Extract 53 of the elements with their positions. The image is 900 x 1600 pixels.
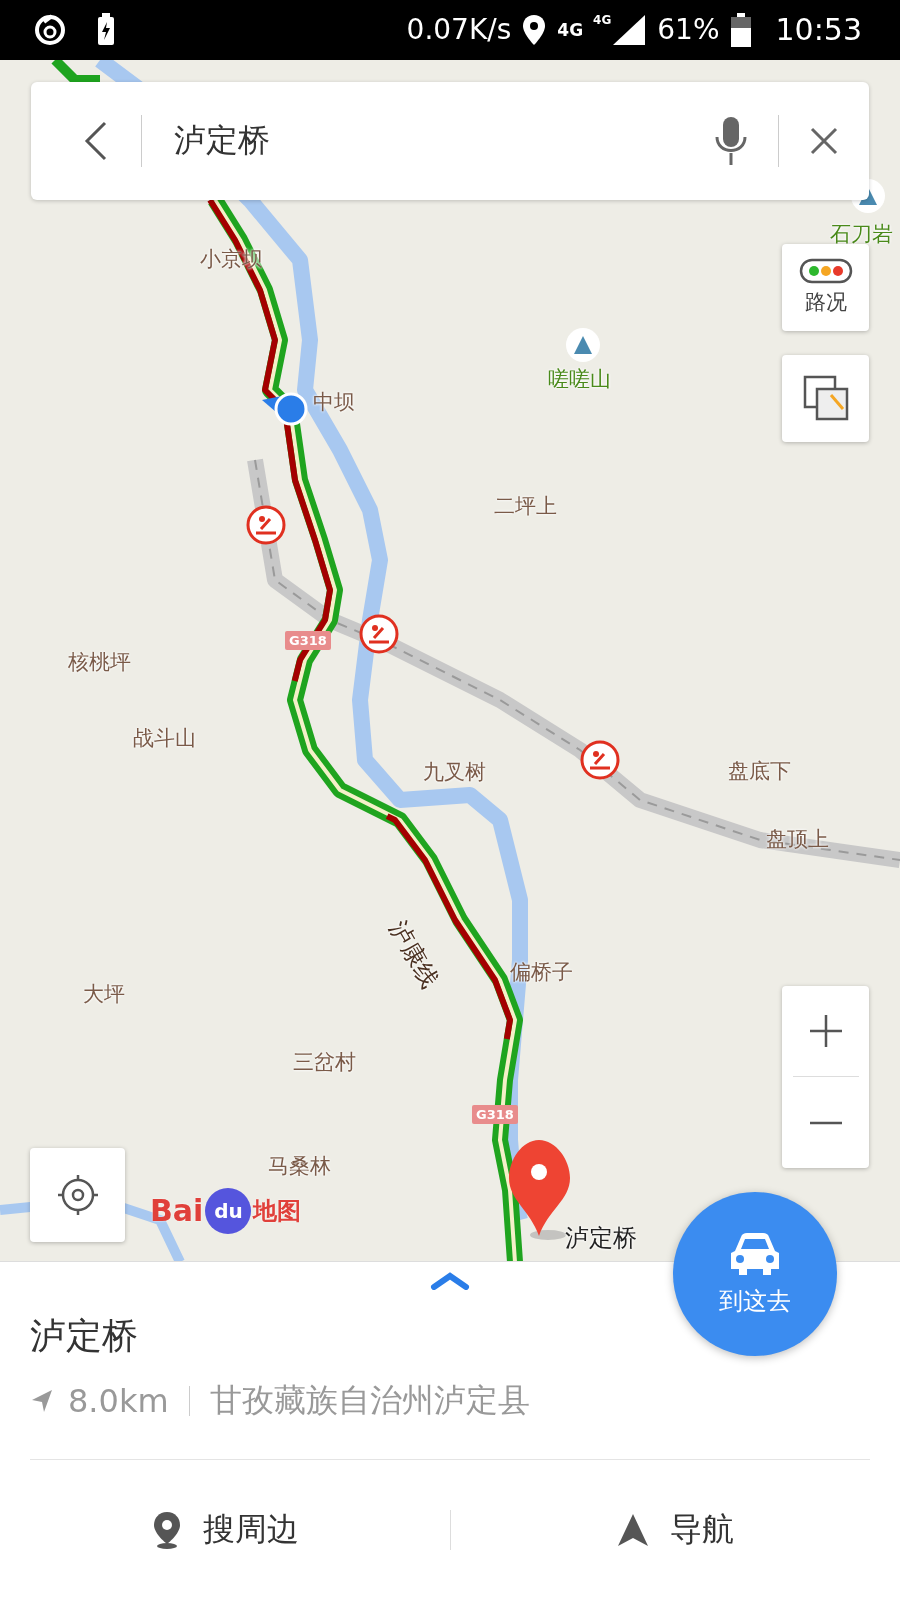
battery-percent: 61% bbox=[657, 13, 720, 47]
peak-label: 嗟嗟山 bbox=[548, 365, 611, 393]
crosshair-icon bbox=[55, 1172, 100, 1217]
close-button[interactable] bbox=[809, 125, 839, 156]
microphone-icon[interactable] bbox=[714, 114, 748, 167]
destination-label: 泸定桥 bbox=[565, 1222, 637, 1254]
clock: 10:53 bbox=[775, 12, 862, 48]
construction-icon bbox=[246, 505, 286, 545]
mountain-icon bbox=[566, 327, 600, 362]
route-segment bbox=[51, 59, 100, 85]
data-network: 4G bbox=[557, 19, 584, 40]
highway-shield: G318 bbox=[285, 630, 331, 650]
logo-text: Bai bbox=[150, 1193, 204, 1229]
expand-caret-icon[interactable] bbox=[430, 1272, 470, 1290]
address: 甘孜藏族自治州泸定县 bbox=[209, 1380, 530, 1421]
plus-icon bbox=[807, 1013, 844, 1050]
signal-network: 4G bbox=[593, 12, 612, 27]
place-label: 中坝 bbox=[313, 388, 355, 416]
distance: 8.0km bbox=[68, 1382, 169, 1420]
place-label: 马桑林 bbox=[268, 1152, 331, 1180]
network-speed: 0.07K/s bbox=[406, 13, 512, 47]
construction-icon bbox=[580, 740, 620, 780]
construction-icon bbox=[359, 614, 399, 654]
place-name: 泸定桥 bbox=[30, 1314, 139, 1358]
place-label: 偏桥子 bbox=[510, 958, 573, 986]
traffic-light-icon bbox=[798, 258, 853, 285]
direction-arrow-icon bbox=[30, 1388, 54, 1414]
search-nearby-button[interactable]: 搜周边 bbox=[0, 1460, 450, 1600]
place-label: 九叉树 bbox=[423, 758, 486, 786]
place-label: 核桃坪 bbox=[68, 648, 131, 676]
place-label: 小京坝 bbox=[200, 245, 263, 273]
navigation-arrow-icon bbox=[616, 1512, 651, 1548]
place-label: 盘底下 bbox=[728, 757, 791, 785]
place-label: 大坪 bbox=[83, 980, 125, 1008]
layers-button[interactable] bbox=[782, 354, 869, 442]
locate-button[interactable] bbox=[30, 1147, 125, 1242]
navigate-button[interactable]: 导航 bbox=[450, 1460, 900, 1600]
minus-icon bbox=[807, 1120, 844, 1125]
place-label: 盘顶上 bbox=[766, 825, 829, 853]
place-label: 三岔村 bbox=[293, 1048, 356, 1076]
place-label: 战斗山 bbox=[133, 724, 196, 752]
place-label: 二坪上 bbox=[494, 492, 557, 520]
highway-shield: G318 bbox=[472, 1104, 518, 1124]
search-field[interactable]: 泸定桥 bbox=[172, 120, 684, 161]
location-dot bbox=[262, 392, 308, 426]
traffic-button[interactable]: 路况 bbox=[782, 243, 869, 331]
battery-icon bbox=[729, 12, 752, 47]
paw-logo: du bbox=[205, 1187, 252, 1234]
logo-text: 地图 bbox=[253, 1195, 302, 1227]
location-pin-icon bbox=[521, 12, 548, 47]
battery-charging-icon bbox=[96, 12, 116, 47]
signal-icon bbox=[611, 12, 648, 47]
road-label: 泸康线 bbox=[383, 914, 446, 994]
